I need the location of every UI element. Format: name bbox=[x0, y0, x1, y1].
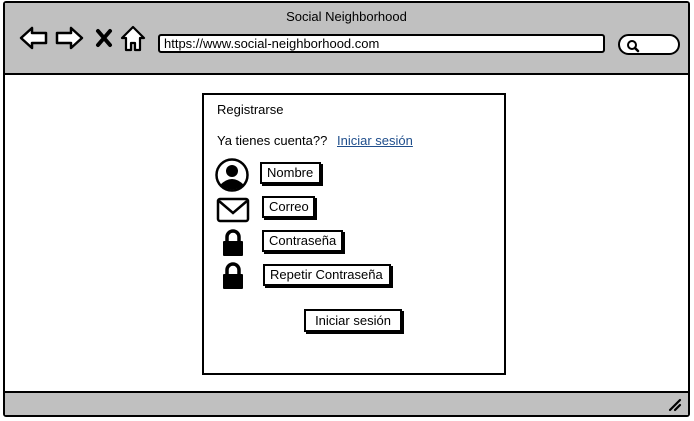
register-panel: Registrarse Ya tienes cuenta?? Iniciar s… bbox=[202, 93, 506, 375]
search-icon bbox=[627, 40, 640, 53]
close-icon[interactable] bbox=[95, 28, 113, 48]
status-bar bbox=[5, 391, 688, 415]
window-title: Social Neighborhood bbox=[286, 9, 407, 24]
page-content: Registrarse Ya tienes cuenta?? Iniciar s… bbox=[5, 75, 688, 393]
url-input[interactable]: https://www.social-neighborhood.com bbox=[158, 34, 605, 53]
login-link[interactable]: Iniciar sesión bbox=[337, 133, 413, 148]
panel-title: Registrarse bbox=[217, 102, 284, 117]
resize-grip-icon[interactable] bbox=[668, 398, 682, 412]
mail-icon bbox=[216, 197, 250, 223]
repeat-password-field[interactable]: Repetir Contraseña bbox=[263, 264, 391, 286]
login-button[interactable]: Iniciar sesión bbox=[304, 309, 402, 332]
home-icon[interactable] bbox=[120, 25, 146, 53]
name-field[interactable]: Nombre bbox=[260, 162, 321, 184]
lock-icon bbox=[223, 229, 243, 256]
account-prompt: Ya tienes cuenta?? bbox=[217, 133, 328, 148]
user-icon bbox=[215, 158, 249, 192]
lock-icon bbox=[223, 262, 243, 289]
browser-toolbar: Social Neighborhood https://www.social-n… bbox=[5, 3, 688, 75]
password-field[interactable]: Contraseña bbox=[262, 230, 343, 252]
search-input[interactable] bbox=[618, 34, 680, 55]
back-arrow-icon[interactable] bbox=[19, 25, 49, 51]
email-field[interactable]: Correo bbox=[262, 196, 315, 218]
forward-arrow-icon[interactable] bbox=[54, 25, 84, 51]
browser-window: Social Neighborhood https://www.social-n… bbox=[3, 1, 690, 417]
